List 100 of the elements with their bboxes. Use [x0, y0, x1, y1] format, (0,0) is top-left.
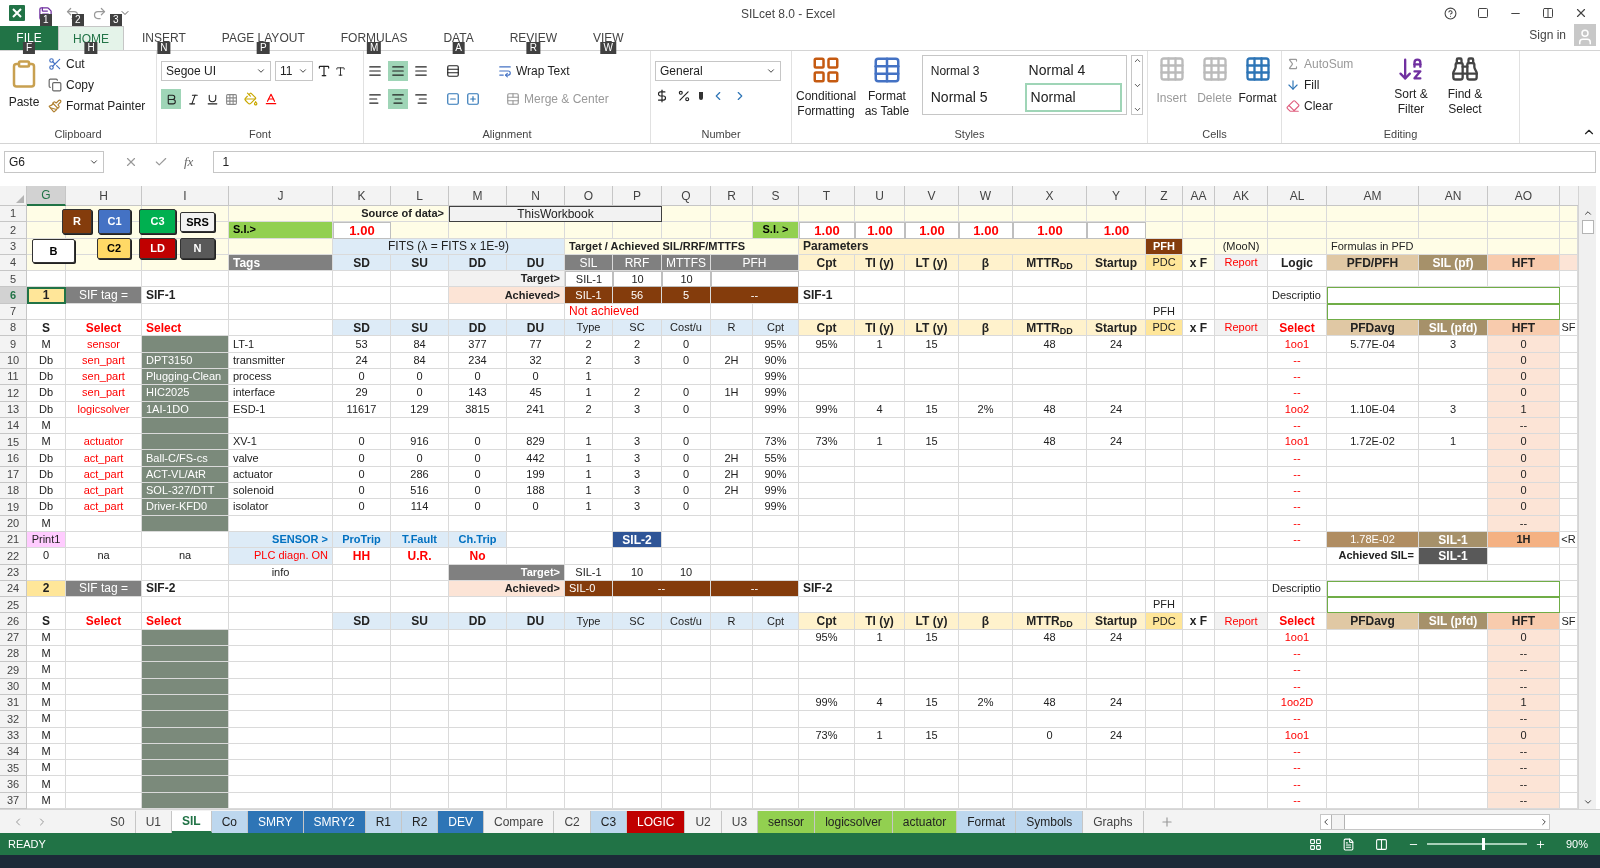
column-header[interactable]: K — [333, 186, 391, 206]
sheet-tab[interactable]: sensor — [758, 810, 816, 833]
sheet-tab[interactable]: Graphs — [1083, 810, 1144, 833]
row-header[interactable]: 9 — [0, 336, 27, 353]
sheet-tab[interactable]: Format — [957, 810, 1017, 833]
find-select-button[interactable]: Find & Select — [1440, 55, 1490, 126]
column-header[interactable]: AK — [1215, 186, 1268, 206]
copy-button[interactable]: Copy — [66, 76, 94, 94]
column-header[interactable]: R — [711, 186, 753, 206]
sheet-cell: 2 — [565, 336, 613, 353]
column-header[interactable]: O — [565, 186, 613, 206]
sheet-macro-button[interactable]: C2 — [97, 238, 131, 259]
format-painter-button[interactable]: Format Painter — [66, 97, 146, 115]
sheet-cell: 90% — [753, 352, 799, 369]
sign-in-link[interactable]: Sign in — [1529, 26, 1566, 44]
row-header[interactable]: 16 — [0, 450, 27, 467]
formula-input-field[interactable]: 1 — [213, 151, 1596, 173]
format-as-table-button[interactable]: Format as Table — [860, 55, 914, 126]
sheet-tab[interactable]: Compare — [484, 810, 555, 833]
column-header[interactable]: S — [753, 186, 799, 206]
sheet-tab[interactable]: S0 — [100, 810, 136, 833]
zoom-level[interactable]: 90% — [1565, 835, 1592, 853]
cells-button[interactable]: Format — [1238, 55, 1277, 126]
column-header[interactable]: AN — [1419, 186, 1488, 206]
sort-filter-button[interactable]: Sort & Filter — [1386, 55, 1436, 126]
column-header[interactable]: L — [391, 186, 449, 206]
column-header[interactable]: M — [449, 186, 507, 206]
sheet-cell: SIL (pfd) — [1419, 320, 1488, 337]
cell-style-option[interactable]: Normal 4 — [1024, 58, 1123, 83]
sheet-tab[interactable]: LOGIC — [627, 810, 686, 833]
column-header[interactable]: AM — [1327, 186, 1419, 206]
column-header[interactable]: AO — [1488, 186, 1560, 206]
number-format-field[interactable]: General — [655, 61, 781, 81]
column-header[interactable]: G — [27, 186, 66, 206]
column-header[interactable]: I — [142, 186, 229, 206]
row-header[interactable]: 35 — [0, 760, 27, 777]
column-header[interactable]: X — [1013, 186, 1087, 206]
column-header[interactable]: N — [507, 186, 565, 206]
sheet-macro-button[interactable]: C1 — [98, 209, 131, 234]
row-header[interactable]: 2 — [0, 222, 27, 239]
column-header[interactable]: V — [905, 186, 959, 206]
column-header[interactable]: AL — [1268, 186, 1327, 206]
paste-button[interactable]: Paste — [8, 93, 40, 111]
sheet-tab[interactable]: SIL — [172, 810, 212, 833]
row-header[interactable]: 32 — [0, 711, 27, 728]
cut-button[interactable]: Cut — [66, 55, 85, 73]
column-header[interactable]: Z — [1146, 186, 1183, 206]
sheet-tab[interactable]: R2 — [402, 810, 439, 833]
column-header[interactable]: Y — [1087, 186, 1146, 206]
cell-style-option[interactable]: Normal — [1024, 83, 1123, 112]
column-header[interactable]: H — [66, 186, 142, 206]
row-header[interactable]: 18 — [0, 483, 27, 500]
row-header[interactable]: 5 — [0, 271, 27, 288]
clear-button[interactable]: Clear — [1286, 97, 1382, 115]
row-header[interactable]: 19 — [0, 499, 27, 516]
row-header[interactable]: 36 — [0, 776, 27, 793]
column-header[interactable]: J — [229, 186, 333, 206]
column-header[interactable]: P — [613, 186, 662, 206]
row-header[interactable]: 8 — [0, 320, 27, 337]
insert-function-button[interactable]: fx — [184, 152, 194, 172]
row-header[interactable]: 25 — [0, 597, 27, 614]
sheet-macro-button[interactable]: LD — [139, 238, 176, 259]
conditional-formatting-button[interactable]: Conditional Formatting — [796, 55, 857, 126]
sheet-tab[interactable]: DEV — [438, 810, 484, 833]
row-header[interactable]: 26 — [0, 613, 27, 630]
sheet-tab[interactable]: C2 — [554, 810, 591, 833]
font-size-field[interactable]: 11 — [275, 61, 313, 81]
sheet-tab[interactable]: U2 — [685, 810, 722, 833]
sheet-tab[interactable]: actuator — [892, 810, 958, 833]
sheet-tab[interactable]: C3 — [590, 810, 628, 833]
font-name-field[interactable]: Segoe UI — [161, 61, 271, 81]
wrap-text-button[interactable]: Wrap Text — [498, 62, 570, 80]
cell-style-option[interactable]: Normal 3 — [926, 58, 1025, 83]
sheet-tab[interactable]: Co — [211, 810, 249, 833]
row-header[interactable]: 29 — [0, 662, 27, 679]
name-box[interactable]: G6 — [4, 151, 104, 173]
row-header[interactable]: 1 — [0, 206, 27, 223]
sheet-tab[interactable]: SMRY — [248, 810, 304, 833]
sheet-macro-button[interactable]: R — [62, 209, 92, 234]
column-header[interactable]: Q — [662, 186, 711, 206]
column-header[interactable]: U — [855, 186, 905, 206]
column-header[interactable]: AA — [1183, 186, 1215, 206]
row-header[interactable]: 6 — [0, 287, 27, 304]
sheet-tab[interactable]: Symbols — [1016, 810, 1084, 833]
sheet-cell: 442 — [507, 450, 565, 467]
sheet-macro-button[interactable]: B — [32, 239, 75, 263]
row-header[interactable]: 12 — [0, 385, 27, 402]
column-header[interactable]: W — [959, 186, 1013, 206]
sheet-tab[interactable]: SMRY2 — [303, 810, 366, 833]
sheet-tab[interactable]: R1 — [365, 810, 402, 833]
row-header[interactable]: 28 — [0, 646, 27, 663]
fill-button[interactable]: Fill — [1286, 76, 1382, 94]
row-header[interactable]: 22 — [0, 548, 27, 565]
sheet-macro-button[interactable]: N — [180, 238, 215, 259]
column-header[interactable]: T — [799, 186, 855, 206]
sheet-cell: 99% — [799, 401, 855, 418]
sheet-tab[interactable]: logicsolver — [815, 810, 893, 833]
row-header[interactable]: 15 — [0, 434, 27, 451]
sheet-macro-button[interactable]: SRS — [180, 212, 215, 232]
cell-style-option[interactable]: Normal 5 — [926, 83, 1025, 112]
